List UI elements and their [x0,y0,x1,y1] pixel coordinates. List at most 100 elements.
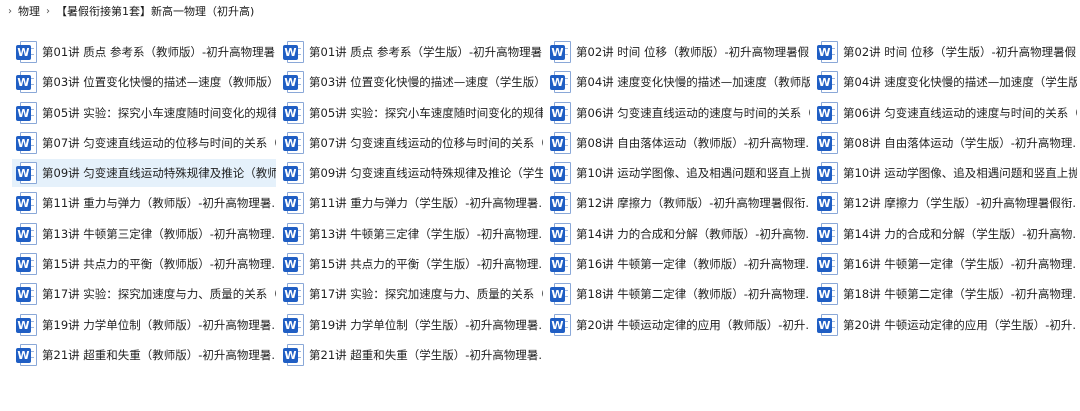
word-doc-icon: W [16,71,38,94]
file-item[interactable]: W 第14讲 力的合成和分解（教师版）-初升高物... [546,220,810,248]
file-name: 第09讲 匀变速直线运动特殊规律及推论（学生... [309,166,543,181]
file-name: 第18讲 牛顿第二定律（教师版）-初升高物理... [576,287,810,302]
word-doc-icon: W [16,283,38,306]
file-name: 第06讲 匀变速直线运动的速度与时间的关系（... [576,105,810,120]
chevron-right-icon[interactable]: › [46,6,50,17]
file-name: 第14讲 力的合成和分解（教师版）-初升高物... [576,226,810,241]
file-item[interactable]: W 第10讲 运动学图像、追及相遇问题和竖直上抛... [813,159,1077,187]
file-item[interactable]: W 第19讲 力学单位制（学生版）-初升高物理暑... [279,311,543,339]
word-doc-icon: W [550,101,572,124]
breadcrumb-item-physics[interactable]: 物理 [18,3,40,19]
file-name: 第21讲 超重和失重（学生版）-初升高物理暑... [309,347,543,362]
file-name: 第13讲 牛顿第三定律（学生版）-初升高物理... [309,226,543,241]
file-item[interactable]: W 第05讲 实验：探究小车速度随时间变化的规律... [279,99,543,127]
file-item[interactable]: W 第10讲 运动学图像、追及相遇问题和竖直上抛... [546,159,810,187]
file-name: 第07讲 匀变速直线运动的位移与时间的关系（... [309,135,543,150]
word-doc-icon: W [283,131,305,154]
word-doc-icon: W [283,162,305,185]
word-doc-icon: W [16,343,38,366]
word-doc-icon: W [283,313,305,336]
file-item[interactable]: W 第14讲 力的合成和分解（学生版）-初升高物... [813,220,1077,248]
file-name: 第02讲 时间 位移（学生版）-初升高物理暑假... [843,45,1077,59]
file-name: 第08讲 自由落体运动（学生版）-初升高物理... [843,135,1077,150]
file-item[interactable]: W 第06讲 匀变速直线运动的速度与时间的关系（... [546,99,810,127]
file-name: 第18讲 牛顿第二定律（学生版）-初升高物理... [843,287,1077,302]
file-item[interactable]: W 第02讲 时间 位移（学生版）-初升高物理暑假... [813,38,1077,66]
word-doc-icon: W [283,71,305,94]
file-item[interactable]: W 第01讲 质点 参考系（教师版）-初升高物理暑... [12,38,276,66]
word-doc-icon: W [16,313,38,336]
file-item[interactable]: W 第12讲 摩擦力（学生版）-初升高物理暑假衔... [813,189,1077,217]
file-name: 第05讲 实验：探究小车速度随时间变化的规律... [42,105,276,120]
file-item[interactable]: W 第16讲 牛顿第一定律（教师版）-初升高物理... [546,250,810,278]
file-name: 第04讲 速度变化快慢的描述—加速度（学生版... [843,75,1077,90]
file-name: 第10讲 运动学图像、追及相遇问题和竖直上抛... [576,166,810,181]
file-item[interactable]: W 第06讲 匀变速直线运动的速度与时间的关系（... [813,99,1077,127]
word-doc-icon: W [283,343,305,366]
file-item[interactable]: W 第05讲 实验：探究小车速度随时间变化的规律... [12,99,276,127]
word-doc-icon: W [16,253,38,276]
file-item[interactable]: W 第20讲 牛顿运动定律的应用（教师版）-初升... [546,311,810,339]
file-name: 第13讲 牛顿第三定律（教师版）-初升高物理... [42,226,276,241]
file-name: 第12讲 摩擦力（学生版）-初升高物理暑假衔... [843,196,1077,211]
file-item[interactable]: W 第01讲 质点 参考系（学生版）-初升高物理暑... [279,38,543,66]
word-doc-icon: W [16,131,38,154]
file-name: 第04讲 速度变化快慢的描述—加速度（教师版... [576,75,810,90]
file-item[interactable]: W 第09讲 匀变速直线运动特殊规律及推论（教师... [12,159,276,188]
word-doc-icon: W [550,313,572,336]
word-doc-icon: W [550,222,572,245]
file-item[interactable]: W 第15讲 共点力的平衡（教师版）-初升高物理... [12,250,276,278]
word-doc-icon: W [550,131,572,154]
file-item[interactable]: W 第17讲 实验：探究加速度与力、质量的关系（... [279,280,543,308]
file-item[interactable]: W 第16讲 牛顿第一定律（学生版）-初升高物理... [813,250,1077,278]
file-item[interactable]: W 第07讲 匀变速直线运动的位移与时间的关系（... [12,129,276,157]
file-name: 第09讲 匀变速直线运动特殊规律及推论（教师... [42,166,276,181]
file-item[interactable]: W 第09讲 匀变速直线运动特殊规律及推论（学生... [279,159,543,187]
file-item[interactable]: W 第08讲 自由落体运动（学生版）-初升高物理... [813,129,1077,157]
word-doc-icon: W [550,71,572,94]
file-item[interactable]: W 第15讲 共点力的平衡（学生版）-初升高物理... [279,250,543,278]
file-item[interactable]: W 第21讲 超重和失重（教师版）-初升高物理暑... [12,341,276,369]
file-item[interactable]: W 第17讲 实验：探究加速度与力、质量的关系（... [12,280,276,308]
word-doc-icon: W [817,253,839,276]
file-item[interactable]: W 第04讲 速度变化快慢的描述—加速度（学生版... [813,68,1077,96]
file-item[interactable]: W 第13讲 牛顿第三定律（学生版）-初升高物理... [279,220,543,248]
file-name: 第01讲 质点 参考系（学生版）-初升高物理暑... [309,45,543,59]
file-item[interactable]: W 第21讲 超重和失重（学生版）-初升高物理暑... [279,341,543,369]
word-doc-icon: W [16,192,38,215]
file-name: 第07讲 匀变速直线运动的位移与时间的关系（... [42,135,276,150]
word-doc-icon: W [817,283,839,306]
word-doc-icon: W [283,101,305,124]
file-item[interactable]: W 第19讲 力学单位制（教师版）-初升高物理暑... [12,311,276,339]
file-item[interactable]: W 第13讲 牛顿第三定律（教师版）-初升高物理... [12,220,276,248]
file-item[interactable]: W 第12讲 摩擦力（教师版）-初升高物理暑假衔... [546,189,810,217]
file-item[interactable]: W 第02讲 时间 位移（教师版）-初升高物理暑假... [546,38,810,66]
file-name: 第19讲 力学单位制（学生版）-初升高物理暑... [309,317,543,332]
file-name: 第17讲 实验：探究加速度与力、质量的关系（... [309,287,543,302]
word-doc-icon: W [550,283,572,306]
file-name: 第08讲 自由落体运动（教师版）-初升高物理... [576,135,810,150]
file-name: 第16讲 牛顿第一定律（教师版）-初升高物理... [576,257,810,272]
file-item[interactable]: W 第04讲 速度变化快慢的描述—加速度（教师版... [546,68,810,96]
file-name: 第21讲 超重和失重（教师版）-初升高物理暑... [42,347,276,362]
file-name: 第10讲 运动学图像、追及相遇问题和竖直上抛... [843,166,1077,181]
file-item[interactable]: W 第07讲 匀变速直线运动的位移与时间的关系（... [279,129,543,157]
file-name: 第12讲 摩擦力（教师版）-初升高物理暑假衔... [576,196,810,211]
word-doc-icon: W [550,253,572,276]
file-item[interactable]: W 第03讲 位置变化快慢的描述—速度（学生版）... [279,68,543,96]
breadcrumb-item-current-folder[interactable]: 【暑假衔接第1套】新高一物理（初升高) [56,3,254,19]
word-doc-icon: W [283,253,305,276]
chevron-right-icon[interactable]: › [8,6,12,17]
file-item[interactable]: W 第18讲 牛顿第二定律（教师版）-初升高物理... [546,280,810,308]
file-item[interactable]: W 第03讲 位置变化快慢的描述—速度（教师版）... [12,68,276,96]
word-doc-icon: W [817,101,839,124]
file-item[interactable]: W 第18讲 牛顿第二定律（学生版）-初升高物理... [813,280,1077,308]
word-doc-icon: W [283,283,305,306]
word-doc-icon: W [283,41,305,63]
file-item[interactable]: W 第20讲 牛顿运动定律的应用（学生版）-初升... [813,311,1077,339]
file-name: 第11讲 重力与弹力（学生版）-初升高物理暑... [309,196,543,211]
file-item[interactable]: W 第11讲 重力与弹力（学生版）-初升高物理暑... [279,189,543,217]
file-item[interactable]: W 第11讲 重力与弹力（教师版）-初升高物理暑... [12,189,276,217]
file-name: 第19讲 力学单位制（教师版）-初升高物理暑... [42,317,276,332]
file-item[interactable]: W 第08讲 自由落体运动（教师版）-初升高物理... [546,129,810,157]
